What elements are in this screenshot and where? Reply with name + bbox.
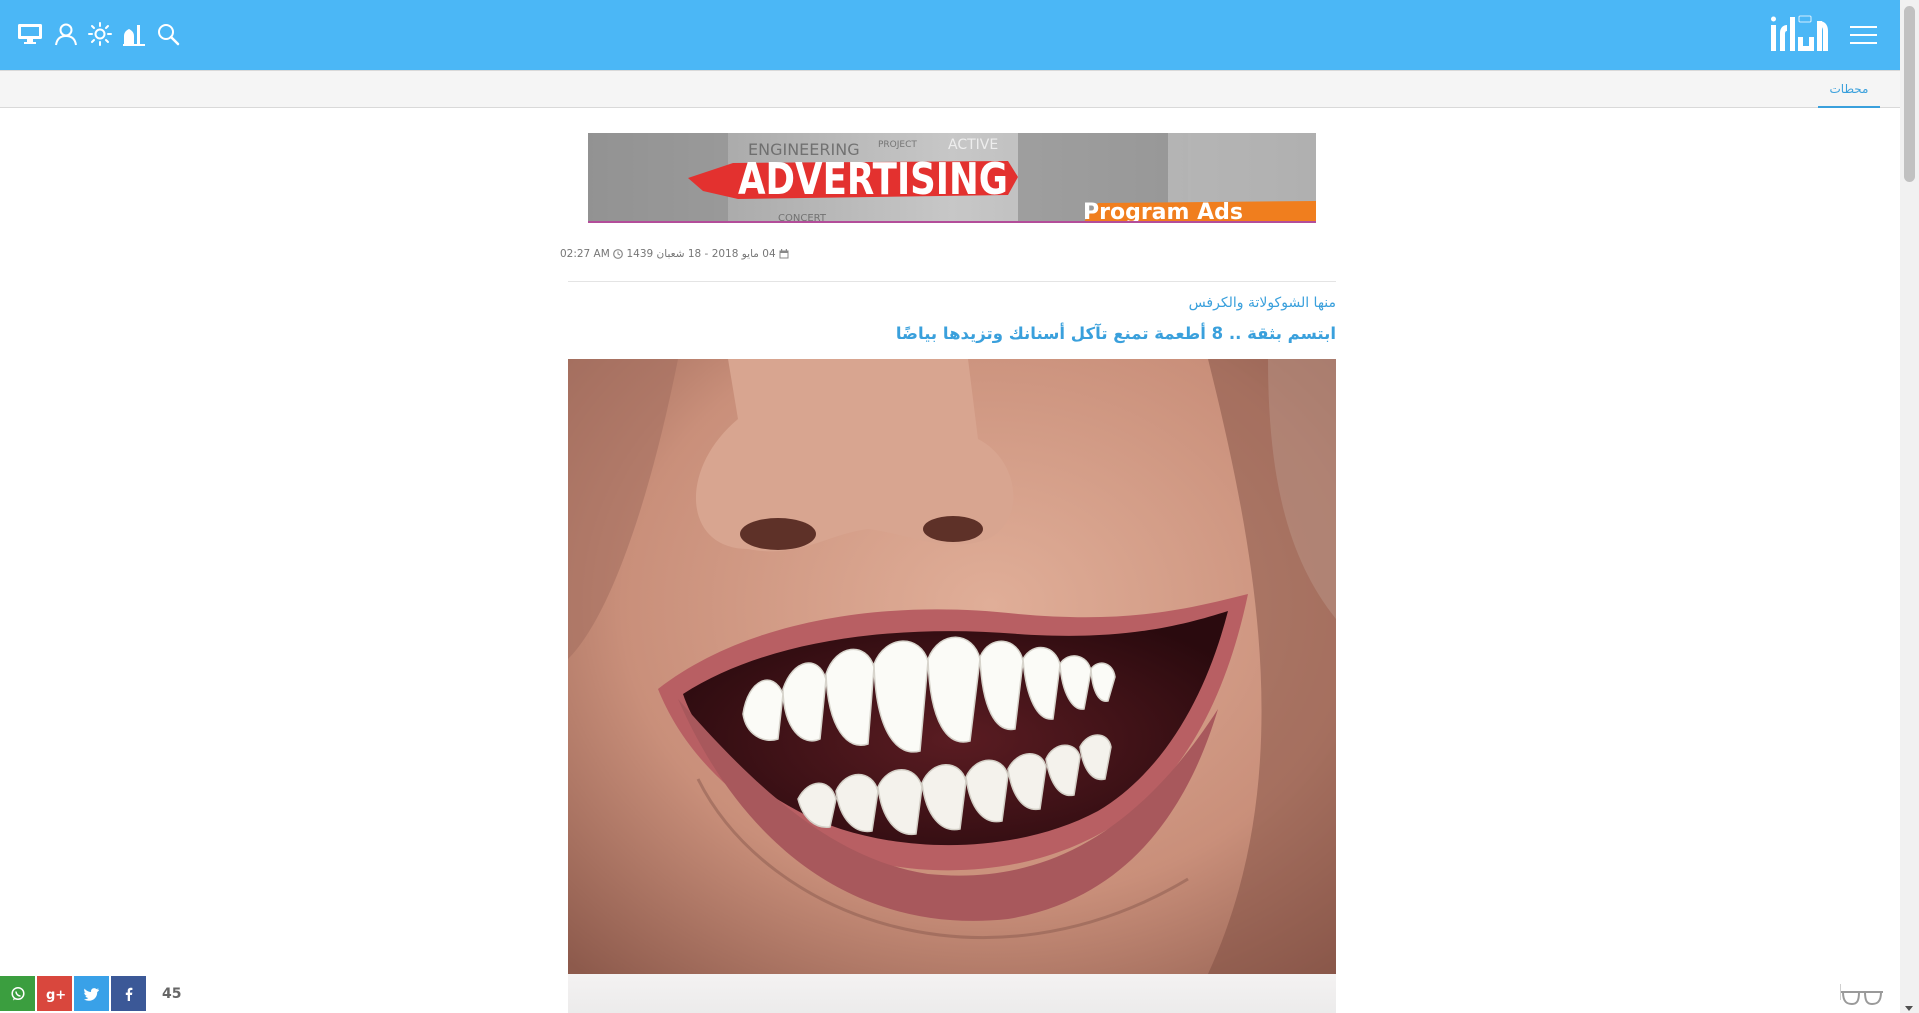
article-meta: 04 مايو 2018 - 18 شعبان 1439 02:27 AM (560, 247, 1336, 261)
twitter-icon (83, 987, 99, 1001)
article-image (568, 359, 1336, 974)
google-plus-share-button[interactable]: g+ (37, 976, 72, 1011)
sub-navigation: محطات (0, 70, 1900, 108)
tab-stations[interactable]: محطات (1818, 71, 1880, 108)
date-text: 04 مايو 2018 - 18 شعبان 1439 (626, 248, 776, 260)
facebook-icon (125, 987, 132, 1001)
top-header (0, 0, 1900, 70)
meta-divider (568, 281, 1336, 282)
ad-banner[interactable]: ENGINEERING PROJECT CONCERT ACTIVE ADVER… (588, 133, 1316, 223)
prayer-times-icon[interactable] (120, 20, 148, 48)
article-title[interactable]: ابتسم بثقة .. 8 أطعمة تمنع تآكل أسنانك و… (568, 324, 1336, 343)
ad-bg-word: CONCERT (778, 213, 827, 223)
search-icon[interactable] (154, 20, 182, 48)
ad-tagline: Program Ads (1083, 200, 1243, 223)
scrollbar-thumb[interactable] (1904, 6, 1915, 182)
whatsapp-share-button[interactable] (0, 976, 35, 1011)
logo[interactable] (1769, 13, 1831, 55)
image-bottom-strip (568, 974, 1336, 1013)
scroll-down-arrow-icon[interactable] (1905, 1006, 1913, 1011)
svg-text:g+: g+ (46, 988, 65, 1002)
calendar-icon (779, 249, 789, 259)
article-subtitle: منها الشوكولاتة والكرفس (1188, 295, 1336, 311)
ad-headline: ADVERTISING (738, 154, 1008, 205)
ad-bg-word: PROJECT (878, 140, 917, 150)
article-date: 04 مايو 2018 - 18 شعبان 1439 02:27 AM (560, 247, 789, 261)
twitter-share-button[interactable] (74, 976, 109, 1011)
ad-bg-word: ACTIVE (948, 137, 998, 153)
page-scrollbar[interactable] (1900, 0, 1919, 1013)
reading-mode-glasses-icon[interactable] (1839, 986, 1885, 1008)
whatsapp-icon (10, 986, 25, 1000)
facebook-share-button[interactable] (111, 976, 146, 1011)
user-icon[interactable] (52, 20, 80, 48)
desktop-icon[interactable] (16, 20, 44, 48)
google-plus-icon: g+ (46, 988, 65, 1002)
time-text: 02:27 AM (559, 248, 610, 260)
weather-icon[interactable] (86, 20, 114, 48)
menu-button[interactable] (1846, 20, 1878, 50)
clock-icon (613, 249, 624, 259)
share-count: 45 (162, 986, 182, 1002)
menu-icon (1850, 26, 1877, 28)
